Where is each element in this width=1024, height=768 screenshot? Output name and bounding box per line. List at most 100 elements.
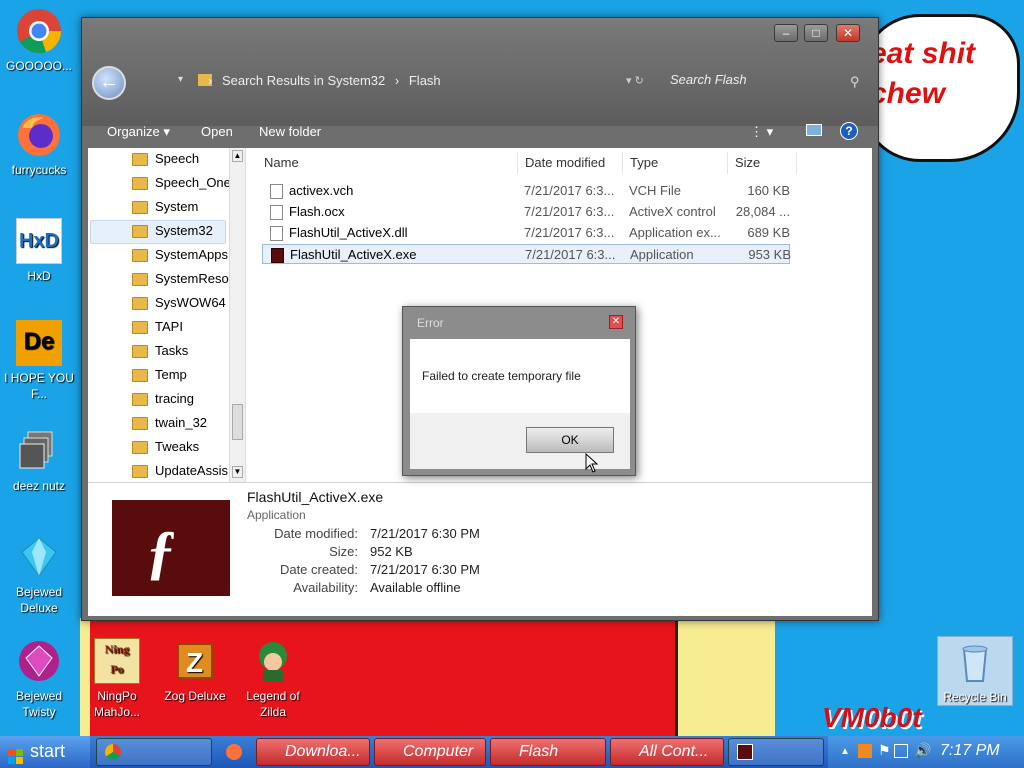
taskbar-button-flash[interactable]: Flash	[490, 738, 606, 766]
availability-value: Available offline	[370, 580, 461, 595]
tray-flag-icon[interactable]: ⚑	[878, 742, 891, 759]
hxd-icon: HxD	[16, 218, 62, 264]
file-row[interactable]: Flash.ocx 7/21/2017 6:3... ActiveX contr…	[262, 202, 790, 222]
file-type: VCH File	[629, 183, 682, 198]
desktop-icon-deez[interactable]: deez nutz	[0, 428, 78, 494]
column-header-name[interactable]: Name	[258, 152, 518, 174]
nav-item[interactable]: Speech	[132, 148, 199, 172]
taskbar-button-downloads[interactable]: Downloa...	[256, 738, 370, 766]
dialog-close-button[interactable]: ✕	[609, 315, 623, 329]
organize-button[interactable]: Organize ▾	[107, 124, 170, 140]
open-button[interactable]: Open	[201, 124, 233, 139]
taskbar-button-all-control[interactable]: All Cont...	[610, 738, 724, 766]
nav-item-selected[interactable]: System32	[132, 220, 213, 244]
clock[interactable]: 7:17 PM	[940, 742, 1000, 760]
search-input[interactable]: Search Flash	[670, 72, 747, 87]
wallpaper-yellow-right	[675, 618, 775, 738]
views-icon[interactable]: ⋮ ▾	[750, 124, 773, 140]
firefox-icon[interactable]	[226, 744, 242, 760]
desktop-icon-zog[interactable]: Z Zog Deluxe	[156, 638, 234, 704]
nav-item-label: TAPI	[155, 319, 183, 334]
search-icon[interactable]: ⚲	[850, 74, 860, 90]
desktop-icon-de[interactable]: De I HOPE YOU F...	[0, 320, 78, 402]
scroll-thumb[interactable]	[232, 404, 243, 440]
nav-scrollbar[interactable]: ▲ ▼	[229, 148, 245, 482]
file-type: Application	[630, 247, 694, 262]
file-date: 7/21/2017 6:3...	[524, 204, 615, 219]
nav-item[interactable]: tracing	[132, 388, 194, 412]
new-folder-button[interactable]: New folder	[259, 124, 321, 139]
file-row[interactable]: activex.vch 7/21/2017 6:3... VCH File 16…	[262, 181, 790, 201]
folder-icon	[132, 297, 148, 311]
nav-item[interactable]: Tweaks	[132, 436, 199, 460]
minimize-button[interactable]: –	[774, 24, 798, 42]
start-button[interactable]: start	[0, 736, 90, 768]
nav-item-label: Speech_One	[155, 175, 231, 190]
nav-item[interactable]: UpdateAssis	[132, 460, 228, 482]
folder-icon	[132, 273, 148, 287]
nav-item[interactable]: Temp	[132, 364, 187, 388]
network-icon[interactable]	[894, 744, 908, 758]
ok-button[interactable]: OK	[526, 427, 614, 453]
scroll-down-icon[interactable]: ▼	[232, 466, 243, 478]
taskbar-button-flash-app[interactable]	[728, 738, 824, 766]
nav-item[interactable]: twain_32	[132, 412, 207, 436]
nav-item[interactable]: SysWOW64	[132, 292, 226, 316]
desktop-icon-firefox[interactable]: furrycucks	[0, 112, 78, 178]
taskbar-button-label: All Cont...	[639, 743, 709, 760]
back-button[interactable]: ←	[92, 66, 126, 100]
desktop-icon-zilda[interactable]: Legend of Zilda	[234, 638, 312, 720]
close-button[interactable]: ✕	[836, 24, 860, 42]
scroll-up-icon[interactable]: ▲	[232, 150, 243, 162]
folder-icon	[132, 249, 148, 263]
chrome-icon[interactable]	[105, 744, 121, 760]
file-size: 953 KB	[748, 247, 791, 262]
file-icon	[270, 184, 283, 200]
help-icon[interactable]: ?	[840, 122, 858, 140]
chevron-right-icon: ›	[208, 73, 213, 88]
desktop-icon-recycle-bin[interactable]: Recycle Bin	[937, 636, 1013, 706]
volume-icon[interactable]: 🔊	[914, 742, 931, 759]
tray-expand-icon[interactable]: ▲	[840, 746, 850, 757]
column-header-date[interactable]: Date modified	[519, 152, 623, 174]
nav-item-label: SystemResou	[155, 271, 236, 286]
taskbar-button-label: Flash	[519, 743, 559, 760]
taskbar-button-computer[interactable]: Computer	[374, 738, 486, 766]
column-header-size[interactable]: Size	[729, 152, 797, 174]
desktop-icon-hxd[interactable]: HxD HxD	[0, 218, 78, 284]
mouse-cursor-icon	[585, 452, 599, 473]
dialog-message: Failed to create temporary file	[422, 369, 581, 383]
file-row[interactable]: FlashUtil_ActiveX.dll 7/21/2017 6:3... A…	[262, 223, 790, 243]
desktop-icon-label: deez nutz	[12, 479, 66, 493]
recent-pages-icon[interactable]: ▾	[178, 74, 183, 85]
column-header-type[interactable]: Type	[624, 152, 728, 174]
desktop-icon-bejewed-deluxe[interactable]: Bejewed Deluxe	[0, 534, 78, 616]
taskbar-button-label: Downloa...	[285, 743, 361, 760]
breadcrumb-item[interactable]: Search Results in System32	[222, 73, 385, 88]
desktop-icon-ningpo[interactable]: Ning Po NingPo MahJo...	[78, 638, 156, 720]
nav-item[interactable]: SystemResou	[132, 268, 236, 292]
preview-pane-icon[interactable]	[806, 124, 822, 136]
maximize-button[interactable]: □	[804, 24, 828, 42]
nav-item[interactable]: SystemApps	[132, 244, 228, 268]
size-value: 952 KB	[370, 544, 413, 559]
size-label: Size:	[329, 544, 358, 559]
date-modified-label: Date modified:	[274, 526, 358, 541]
flash-icon	[737, 744, 753, 760]
desktop-icon-bejewed-twisty[interactable]: Bejewed Twisty	[0, 638, 78, 720]
nav-item[interactable]: System	[132, 196, 198, 220]
dialog-body: Failed to create temporary file OK	[410, 339, 630, 469]
date-modified-value: 7/21/2017 6:30 PM	[370, 526, 480, 541]
tray-app-icon[interactable]	[858, 744, 872, 758]
chrome-icon	[16, 8, 62, 54]
breadcrumb[interactable]: › Search Results in System32 › Flash	[202, 73, 441, 88]
nav-item-label: System	[155, 199, 199, 214]
nav-item[interactable]: Speech_One	[132, 172, 231, 196]
desktop-icon-chrome[interactable]: GOOOOO...	[0, 8, 78, 74]
breadcrumb-item[interactable]: Flash	[409, 73, 441, 88]
file-row-selected[interactable]: FlashUtil_ActiveX.exe 7/21/2017 6:3... A…	[262, 244, 791, 264]
folder-icon	[132, 153, 148, 167]
nav-item[interactable]: Tasks	[132, 340, 188, 364]
refresh-icon[interactable]: ▾ ↻	[626, 74, 644, 87]
nav-item[interactable]: TAPI	[132, 316, 183, 340]
